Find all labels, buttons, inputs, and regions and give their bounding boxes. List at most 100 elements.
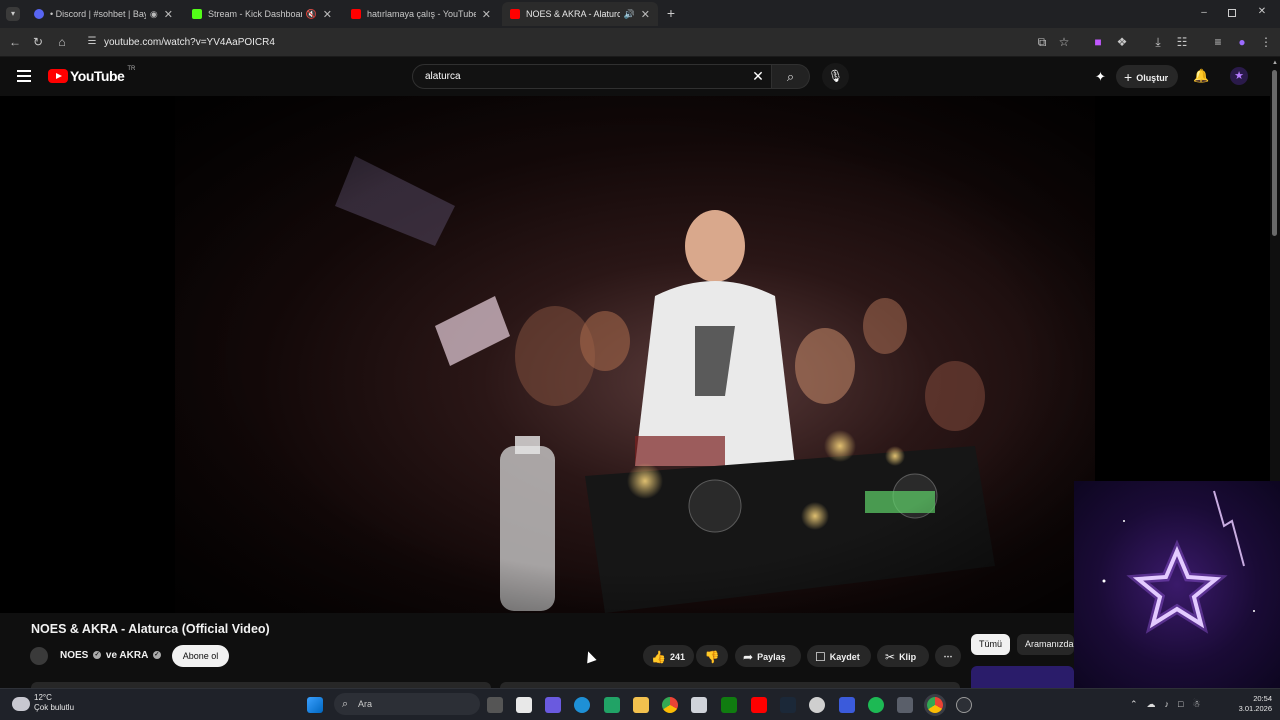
sparkle-icon[interactable]: ✦ xyxy=(1093,69,1108,84)
recording-icon: ◉ xyxy=(149,8,158,19)
close-tab-icon[interactable]: ✕ xyxy=(482,8,491,21)
edge-icon[interactable] xyxy=(574,697,590,713)
verified-icon: ✓ xyxy=(93,651,102,660)
more-actions-button[interactable]: ⋯ xyxy=(935,645,961,667)
install-app-icon[interactable]: ⧉ xyxy=(1034,34,1050,50)
recommended-thumbnail[interactable] xyxy=(971,666,1074,688)
discord-icon xyxy=(34,9,44,19)
restore-icon[interactable] xyxy=(1228,9,1236,17)
tab-title: NOES & AKRA - Alaturca (C xyxy=(526,9,620,19)
search-icon: ⌕ xyxy=(786,69,795,84)
more-horizontal-icon: ⋯ xyxy=(943,651,953,661)
taskbar-search[interactable]: ⌕ Ara xyxy=(334,693,480,715)
tab-title: Stream - Kick Dashboard xyxy=(208,9,302,19)
tab-discord[interactable]: • Discord | #sohbet | BayYT ◉ ✕ xyxy=(26,2,181,26)
video-title: NOES & AKRA - Alaturca (Official Video) xyxy=(31,622,270,636)
hamburger-menu-icon[interactable] xyxy=(17,70,31,82)
translate-icon[interactable]: ☷ xyxy=(1174,34,1190,50)
youtube-app-icon[interactable] xyxy=(751,697,767,713)
spotify-icon[interactable] xyxy=(868,697,884,713)
close-tab-icon[interactable]: ✕ xyxy=(164,8,173,21)
channel-collaborator[interactable]: ve AKRA xyxy=(106,650,148,661)
browser-tab-strip: ▾ • Discord | #sohbet | BayYT ◉ ✕ Stream… xyxy=(0,0,1280,28)
save-button[interactable]: ☐ Kaydet xyxy=(807,645,871,667)
home-icon[interactable]: ⌂ xyxy=(54,34,70,50)
verified-icon: ✓ xyxy=(152,651,161,660)
scroll-up-icon[interactable]: ▲ xyxy=(1271,60,1279,68)
chip-related-search[interactable]: Aramanızda xyxy=(1017,634,1074,655)
app-icon-2[interactable] xyxy=(956,697,972,713)
clear-search-icon[interactable]: ✕ xyxy=(750,68,766,84)
reload-icon[interactable]: ↻ xyxy=(30,34,46,50)
notepad-icon[interactable] xyxy=(516,697,532,713)
bookmark-star-icon[interactable]: ☆ xyxy=(1056,34,1072,50)
excel-icon[interactable] xyxy=(604,697,620,713)
create-button[interactable]: + Oluştur xyxy=(1116,65,1179,88)
chip-all[interactable]: Tümü xyxy=(971,634,1011,655)
extensions-icon[interactable]: ❖ xyxy=(1114,34,1130,50)
clip-button[interactable]: ✂ Klip xyxy=(877,645,929,667)
weather-widget[interactable]: 12°C Çok bulutlu xyxy=(34,693,74,713)
media-controls-icon[interactable]: ≡ xyxy=(1210,34,1226,50)
voice-search-button[interactable]: 🎙 xyxy=(822,63,849,90)
new-tab-icon[interactable]: + xyxy=(664,6,678,20)
account-avatar[interactable]: ★ xyxy=(1230,67,1248,85)
channel-avatar[interactable] xyxy=(30,647,48,665)
taskbar-tray[interactable]: ⌃☁♪□☃ xyxy=(1130,699,1225,711)
windows-taskbar: ⌃☁♪□☃ xyxy=(0,688,1280,720)
youtube-header: YouTube TR alaturca ✕ ⌕ 🎙 ✦ + Oluştur 🔔 ★ xyxy=(0,57,1280,96)
app-icon[interactable] xyxy=(839,697,855,713)
weather-condition: Çok bulutlu xyxy=(34,703,75,712)
more-menu-icon[interactable]: ⋮ xyxy=(1258,34,1274,50)
system-clock[interactable]: 20:54 3.01.2026 xyxy=(1232,694,1272,714)
address-bar[interactable]: youtube.com/watch?v=YV4AaPOICR4 xyxy=(80,32,1080,53)
youtube-logo[interactable]: YouTube TR xyxy=(48,66,135,84)
mouse-cursor-icon xyxy=(583,649,597,664)
scrollbar-thumb[interactable] xyxy=(1272,70,1277,236)
tab-title: • Discord | #sohbet | BayYT xyxy=(50,9,146,19)
windows-start-icon[interactable] xyxy=(307,697,323,713)
share-button[interactable]: ➦ Paylaş xyxy=(735,645,801,667)
minimize-icon[interactable]: – xyxy=(1198,7,1210,19)
tab-title: hatırlamaya çalış - YouTube xyxy=(367,9,476,19)
obs-icon[interactable] xyxy=(809,697,825,713)
steam-icon[interactable] xyxy=(780,697,796,713)
profile-icon[interactable]: ● xyxy=(1234,34,1250,50)
tab-kick[interactable]: Stream - Kick Dashboard 🔇 ✕ xyxy=(184,2,340,26)
muted-icon[interactable]: 🔇 xyxy=(306,9,317,20)
copilot-icon[interactable] xyxy=(545,697,561,713)
close-window-icon[interactable]: ✕ xyxy=(1256,6,1268,18)
store-icon[interactable] xyxy=(897,697,913,713)
kick-icon xyxy=(192,9,202,19)
close-tab-icon[interactable]: ✕ xyxy=(323,8,332,21)
tab-search-icon[interactable]: ▾ xyxy=(6,7,20,21)
close-tab-icon[interactable]: ✕ xyxy=(641,8,650,21)
chrome-active-icon[interactable] xyxy=(927,697,943,713)
notifications-bell-icon[interactable]: 🔔 xyxy=(1193,68,1209,84)
plus-icon: + xyxy=(1124,69,1133,85)
weather-cloud-icon[interactable] xyxy=(12,697,30,711)
tab-youtube-search[interactable]: hatırlamaya çalış - YouTube ✕ xyxy=(343,2,499,26)
search-input[interactable]: alaturca xyxy=(412,64,772,89)
tab-youtube-active[interactable]: NOES & AKRA - Alaturca (C 🔊 ✕ xyxy=(502,2,658,26)
video-frame[interactable] xyxy=(175,96,1095,613)
file-explorer-icon[interactable] xyxy=(633,697,649,713)
extension-avatar-icon[interactable]: ■ xyxy=(1090,34,1106,50)
like-button[interactable]: 👍 241 xyxy=(643,645,694,667)
channel-name[interactable]: NOES ✓ ve AKRA ✓ xyxy=(60,650,163,661)
youtube-icon xyxy=(510,9,520,19)
channel-primary[interactable]: NOES xyxy=(60,650,88,661)
snipping-tool-icon[interactable] xyxy=(691,697,707,713)
back-icon[interactable]: ← xyxy=(7,34,23,50)
subscribe-button[interactable]: Abone ol xyxy=(172,645,229,667)
download-icon[interactable]: ⤓ xyxy=(1150,34,1166,50)
task-view-icon[interactable] xyxy=(487,697,503,713)
audio-playing-icon[interactable]: 🔊 xyxy=(624,9,635,20)
youtube-play-icon xyxy=(48,69,68,83)
search-button[interactable]: ⌕ xyxy=(772,64,810,89)
chrome-icon[interactable] xyxy=(662,697,678,713)
taskbar-search-label: Ara xyxy=(358,699,373,709)
xbox-icon[interactable] xyxy=(721,697,737,713)
dislike-button[interactable]: 👎 xyxy=(696,645,728,667)
share-icon: ➦ xyxy=(743,650,754,664)
